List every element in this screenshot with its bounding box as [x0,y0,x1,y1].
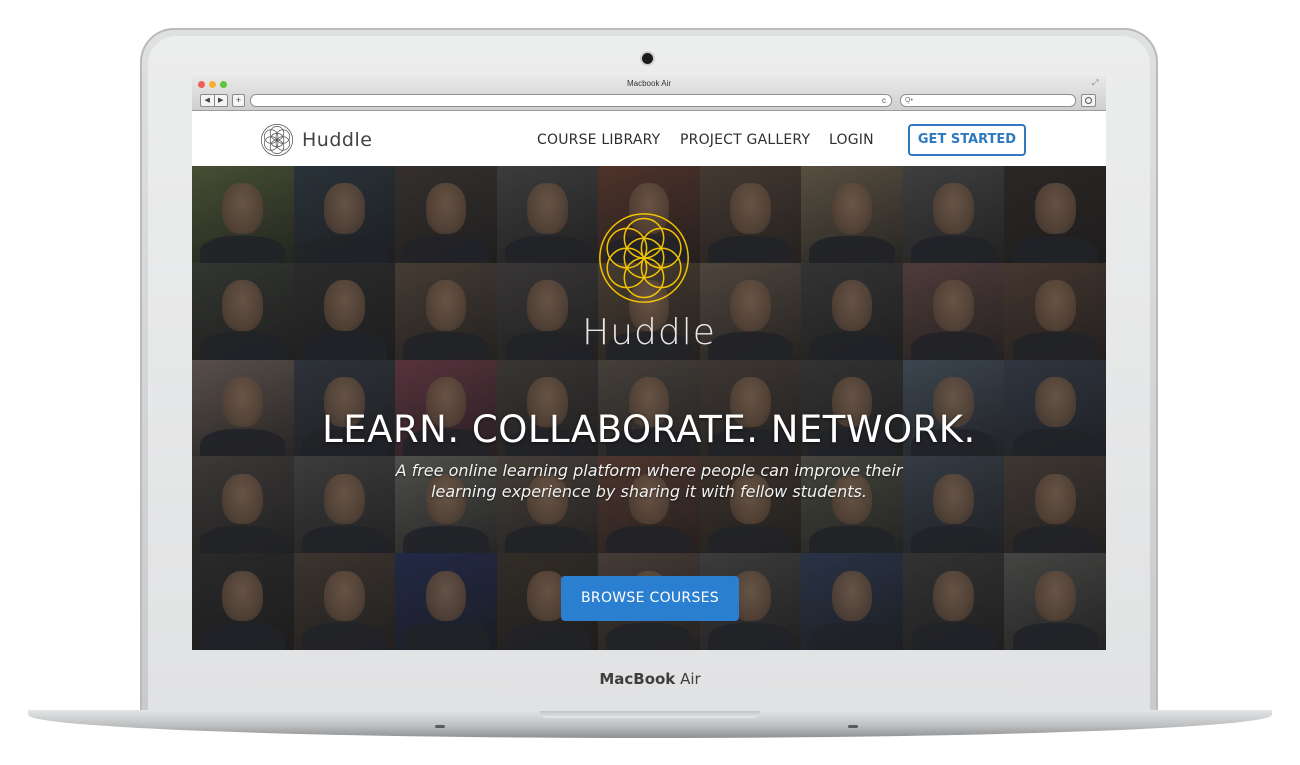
nav-project-gallery[interactable]: PROJECT GALLERY [680,132,810,148]
get-started-button[interactable]: GET STARTED [908,124,1026,156]
device-label-bold: MacBook [599,670,676,688]
nav-course-library[interactable]: COURSE LIBRARY [537,132,660,148]
reload-icon[interactable]: c [882,94,886,107]
back-button[interactable]: ◀ [201,95,214,106]
browse-courses-button[interactable]: BROWSE COURSES [561,576,739,621]
browser-toolbar: Macbook Air ⤢ ◀ ▶ + c Q• [192,76,1106,111]
window-title: Macbook Air [626,79,672,88]
new-tab-button[interactable]: + [232,94,245,107]
search-input[interactable]: Q• [900,94,1076,107]
hero-section: Huddle LEARN. COLLABORATE. NETWORK. A fr… [192,166,1106,650]
flower-of-life-icon [260,123,294,157]
laptop-foot-left [435,725,445,728]
device-label-regular: Air [675,670,701,688]
laptop-foot-right [848,725,858,728]
hero-brand-name: Huddle [582,312,716,353]
hero-subheadline: A free online learning platform where pe… [395,461,903,501]
share-icon[interactable] [1081,94,1096,107]
lid-notch [540,711,760,718]
nav-login[interactable]: LOGIN [829,132,874,148]
laptop-screen: Macbook Air ⤢ ◀ ▶ + c Q• Huddle COURSE L… [192,76,1106,650]
site-header: Huddle COURSE LIBRARY PROJECT GALLERY LO… [192,111,1106,166]
flower-of-life-icon [599,213,689,303]
history-nav: ◀ ▶ [200,94,228,107]
hero-headline: LEARN. COLLABORATE. NETWORK. [322,408,976,451]
site-brand-name: Huddle [302,129,373,151]
forward-button[interactable]: ▶ [213,95,228,106]
fullscreen-icon[interactable]: ⤢ [1092,78,1098,88]
site-logo[interactable]: Huddle [260,123,372,157]
address-bar[interactable] [250,94,892,107]
device-label: MacBook Air [0,670,1300,688]
camera-icon [642,53,653,64]
